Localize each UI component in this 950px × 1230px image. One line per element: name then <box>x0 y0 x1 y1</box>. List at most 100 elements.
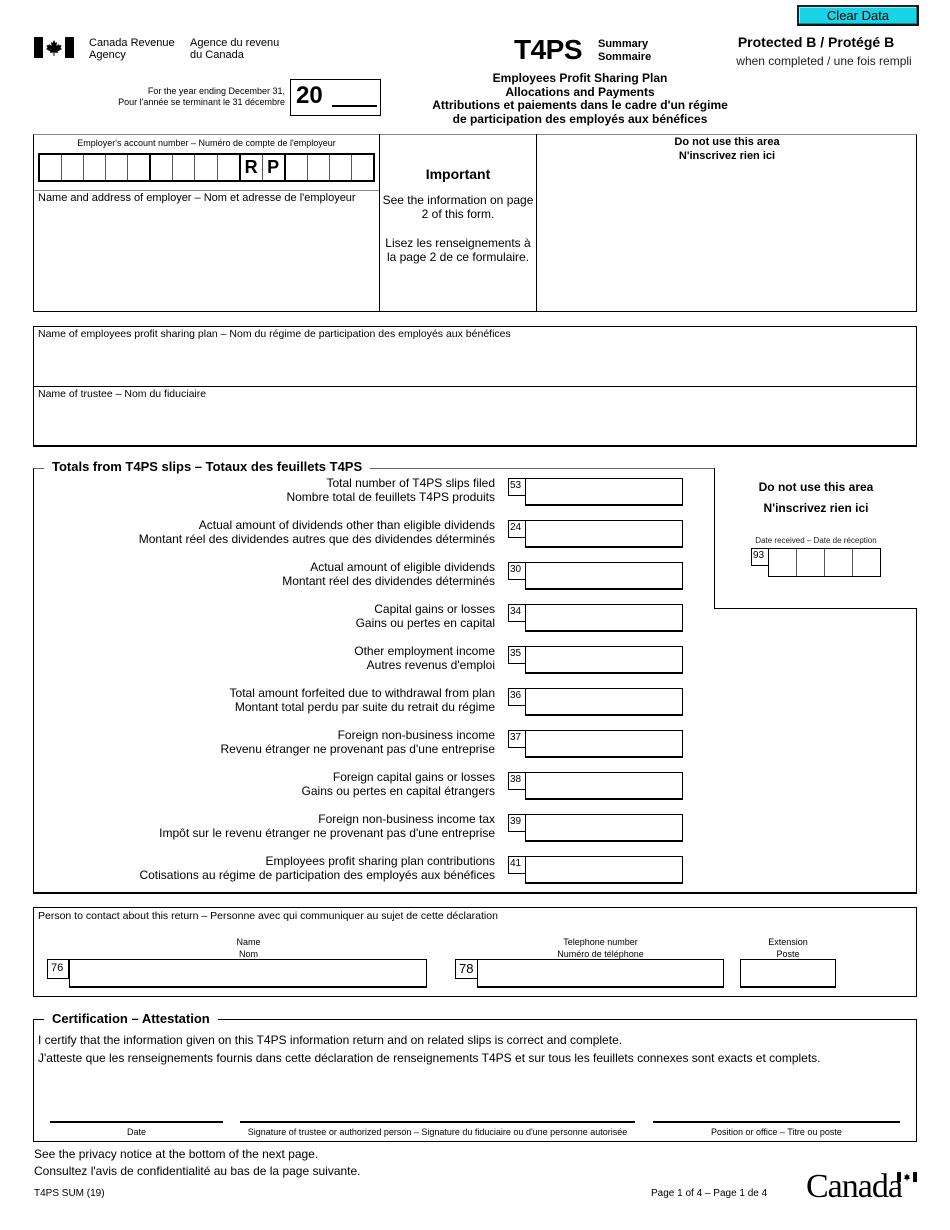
totals-line-37: Foreign non-business income Revenu étrang… <box>40 728 685 760</box>
date-signature-line[interactable] <box>50 1121 223 1123</box>
account-digit-cell[interactable] <box>40 155 63 180</box>
form-subtitle: Employees Profit Sharing Plan Allocation… <box>400 71 760 126</box>
line-36-input[interactable] <box>525 688 683 716</box>
position-label: Position or office – Titre ou poste <box>711 1127 842 1137</box>
totals-line-39: Foreign non-business income tax Impôt sur… <box>40 812 685 844</box>
account-number-field[interactable]: R P <box>38 153 375 182</box>
totals-line-41: Employees profit sharing plan contributi… <box>40 854 685 886</box>
employer-name-address-field[interactable] <box>36 206 376 308</box>
line-label: Other employment income Autres revenus d'… <box>354 644 495 672</box>
line-35-input[interactable] <box>525 646 683 674</box>
line-label: Total amount forfeited due to withdrawal… <box>229 686 495 714</box>
date-cell <box>769 549 797 576</box>
totals-line-24: Actual amount of dividends other than el… <box>40 518 685 550</box>
account-digit-cell[interactable] <box>218 155 241 180</box>
agency-name-en: Canada Revenue Agency <box>89 37 175 61</box>
date-received-label: Date received – Date de réception <box>755 536 877 545</box>
subtitle-line: de participation des employés aux bénéfi… <box>452 111 708 126</box>
account-digit-cell[interactable] <box>62 155 85 180</box>
box-93-code: 93 <box>751 548 769 566</box>
totals-line-34: Capital gains or losses Gains ou pertes e… <box>40 602 685 634</box>
line-label: Actual amount of eligible dividends Monta… <box>282 560 495 588</box>
plan-name-field[interactable] <box>36 344 912 384</box>
account-program-p: P <box>263 155 286 180</box>
do-not-use-fr: N'inscrivez rien ici <box>763 501 869 515</box>
line-label: Capital gains or losses Gains ou pertes e… <box>355 602 495 630</box>
year-label: For the year ending December 31, Pour l'… <box>100 86 285 108</box>
account-digit-cell[interactable] <box>106 155 129 180</box>
line-30-input[interactable] <box>525 562 683 590</box>
position-signature-line[interactable] <box>653 1121 900 1123</box>
line-label: Employees profit sharing plan contributi… <box>139 854 495 882</box>
totals-line-30: Actual amount of eligible dividends Monta… <box>40 560 685 592</box>
canada-wordmark: Canada <box>806 1168 903 1205</box>
subtitle-line: Attributions et paiements dans le cadre … <box>432 98 728 112</box>
date-cell <box>825 549 853 576</box>
line-code: 39 <box>508 814 526 832</box>
account-digit-cell[interactable] <box>173 155 196 180</box>
line-53-input[interactable] <box>525 478 683 506</box>
form-title: T4PS <box>514 34 583 65</box>
line-code: 35 <box>508 646 526 664</box>
line-code: 36 <box>508 688 526 706</box>
account-digit-cell[interactable] <box>308 155 330 180</box>
account-digit-cell[interactable] <box>195 155 218 180</box>
line-code: 38 <box>508 772 526 790</box>
privacy-notice-en: See the privacy notice at the bottom of … <box>34 1147 319 1161</box>
account-digit-cell[interactable] <box>151 155 174 180</box>
agency-fr-line1: Agence du revenu <box>190 37 280 49</box>
box-76-code: 76 <box>47 959 69 979</box>
signature-label: Signature of trustee or authorized perso… <box>247 1127 628 1137</box>
line-code: 34 <box>508 604 526 622</box>
account-digit-cell[interactable] <box>128 155 152 180</box>
year-field[interactable]: 20 <box>290 79 381 116</box>
line-code: 24 <box>508 520 526 538</box>
do-not-use-en: Do not use this area <box>758 480 874 494</box>
signature-line[interactable] <box>240 1121 635 1123</box>
line-41-input[interactable] <box>525 856 683 884</box>
agency-name-fr: Agence du revenu du Canada <box>190 37 279 61</box>
box-78-code: 78 <box>455 959 478 979</box>
year-prefix: 20 <box>296 82 323 109</box>
line-24-input[interactable] <box>525 520 683 548</box>
contact-name-input[interactable] <box>69 959 427 988</box>
line-37-input[interactable] <box>525 730 683 758</box>
contact-phone-label: Telephone number Numéro de téléphone <box>557 937 644 959</box>
employer-name-address-label: Name and address of employer – Nom et ad… <box>38 192 356 204</box>
agency-en-line2: Agency <box>89 49 126 61</box>
line-38-input[interactable] <box>525 772 683 800</box>
trustee-name-field[interactable] <box>36 404 912 444</box>
divider <box>34 190 379 191</box>
wordmark-flag-icon <box>897 1172 917 1182</box>
account-digit-cell[interactable] <box>286 155 308 180</box>
account-digit-cell[interactable] <box>84 155 107 180</box>
account-digit-cell[interactable] <box>352 155 373 180</box>
contact-name-label: Name Nom <box>236 937 261 959</box>
important-text-en: See the information on page 2 of this fo… <box>382 193 534 221</box>
line-39-input[interactable] <box>525 814 683 842</box>
agency-en-line1: Canada Revenue <box>89 37 175 49</box>
line-code: 37 <box>508 730 526 748</box>
plan-name-label: Name of employees profit sharing plan – … <box>38 328 511 340</box>
when-completed-label: when completed / une fois rempli <box>736 54 912 68</box>
do-not-use-fr: N'inscrivez rien ici <box>678 150 776 162</box>
canada-flag-icon <box>34 37 74 58</box>
year-label-en: For the year ending December 31, <box>147 86 285 96</box>
certification-text-en: I certify that the information given on … <box>38 1033 623 1047</box>
contact-extension-label: Extension Poste <box>768 937 808 959</box>
totals-line-38: Foreign capital gains or losses Gains ou … <box>40 770 685 802</box>
contact-extension-input[interactable] <box>740 959 836 988</box>
account-program-r: R <box>241 155 263 180</box>
certification-text-fr: J'atteste que les renseignements fournis… <box>38 1051 821 1065</box>
do-not-use-totals-text: Do not use this area N'inscrivez rien ic… <box>715 477 917 519</box>
line-label: Foreign non-business income tax Impôt sur… <box>159 812 495 840</box>
privacy-notice-fr: Consultez l'avis de confidentialité au b… <box>34 1164 361 1178</box>
account-digit-cell[interactable] <box>330 155 352 180</box>
summary-en: Summary <box>598 38 649 50</box>
clear-data-button[interactable]: Clear Data <box>797 5 919 26</box>
line-34-input[interactable] <box>525 604 683 632</box>
contact-phone-input[interactable] <box>477 959 724 988</box>
date-cell <box>797 549 825 576</box>
year-input[interactable] <box>332 105 377 107</box>
totals-title: Totals from T4PS slips – Totaux des feui… <box>44 459 371 474</box>
